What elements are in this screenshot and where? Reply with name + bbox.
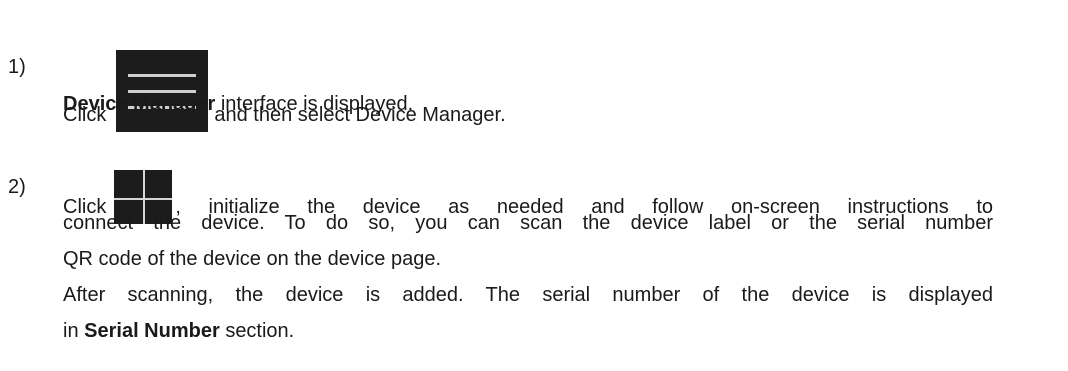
step-2-line-5-suffix: section.	[225, 320, 295, 342]
step-2-line-3: QR code of the device on the device page…	[63, 248, 442, 270]
step-2-line-5: in Serial Number section.	[63, 314, 294, 348]
step-number-2: 2)	[8, 176, 26, 198]
device-manager-label: Device Manager	[63, 93, 216, 115]
step-1-line-2: Device Manager interface is displayed.	[63, 87, 413, 121]
step-1-result-text: interface is displayed.	[220, 93, 414, 115]
step-2-line-4: After scanning, the device is added. The…	[63, 284, 993, 306]
serial-number-label: Serial Number	[84, 320, 220, 342]
step-2-line-5-prefix: in	[63, 320, 79, 342]
step-number-1: 1)	[8, 56, 26, 78]
step-2-line-2: connect the device. To do so, you can sc…	[63, 212, 993, 234]
